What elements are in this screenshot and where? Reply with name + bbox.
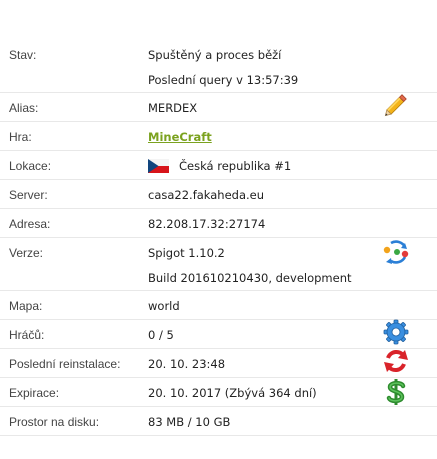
row-alias: Alias: MERDEX [0,93,437,122]
address-label: Adresa: [9,217,51,231]
game-label: Hra: [9,130,32,144]
pencil-edit-icon[interactable] [382,91,410,119]
server-value: casa22.fakaheda.eu [148,188,265,202]
row-version: Verze: Spigot 1.10.2 Build 201610210430,… [0,238,437,291]
players-label: Hráčů: [9,328,45,342]
row-location: Lokace: Česká republika #1 [0,151,437,180]
location-value: Česká republika #1 [148,159,291,173]
players-value: 0 / 5 [148,328,174,342]
row-disk: Prostor na disku: 83 MB / 10 GB [0,407,437,436]
server-info-table: Stav: Spuštěný a proces běží Poslední qu… [0,40,437,436]
status-value-block: Spuštěný a proces běží Poslední query v … [148,48,298,87]
row-players: Hráčů: 0 / 5 [0,318,437,349]
row-reinstall: Poslední reinstalace: 20. 10. 23:48 [0,349,437,378]
version-value: Spigot 1.10.2 [148,246,225,260]
reinstall-icon[interactable] [382,347,410,375]
alias-value: MERDEX [148,101,198,115]
game-link[interactable]: MineCraft [148,130,212,144]
alias-label: Alias: [9,101,39,115]
row-status: Stav: Spuštěný a proces běží Poslední qu… [0,40,437,93]
map-label: Mapa: [9,299,43,313]
build-text: Build 201610210430, development [148,271,352,285]
czech-flag-icon [148,159,169,173]
row-game: Hra: MineCraft [0,122,437,151]
location-text: Česká republika #1 [179,159,292,173]
address-value: 82.208.17.32:27174 [148,217,266,231]
gear-icon[interactable] [382,318,410,346]
refresh-cycle-icon[interactable] [382,238,410,266]
status-label: Stav: [9,48,37,62]
dollar-icon[interactable] [382,378,410,406]
map-value: world [148,299,180,313]
version-label: Verze: [9,246,44,260]
reinstall-label: Poslední reinstalace: [9,357,121,371]
row-address: Adresa: 82.208.17.32:27174 [0,209,437,238]
server-label: Server: [9,188,48,202]
reinstall-value: 20. 10. 23:48 [148,357,226,371]
row-map: Mapa: world [0,291,437,320]
expiry-label: Expirace: [9,386,60,400]
row-expiry: Expirace: 20. 10. 2017 (Zbývá 364 dní) [0,378,437,407]
expiry-value: 20. 10. 2017 (Zbývá 364 dní) [148,386,317,400]
row-server: Server: casa22.fakaheda.eu [0,180,437,209]
version-value-block: Spigot 1.10.2 Build 201610210430, develo… [148,246,352,285]
last-query-text: Poslední query v 13:57:39 [148,73,299,87]
game-value: MineCraft [148,130,212,144]
status-value: Spuštěný a proces běží [148,48,282,62]
location-label: Lokace: [9,159,52,173]
disk-value: 83 MB / 10 GB [148,415,231,429]
disk-label: Prostor na disku: [9,415,100,429]
